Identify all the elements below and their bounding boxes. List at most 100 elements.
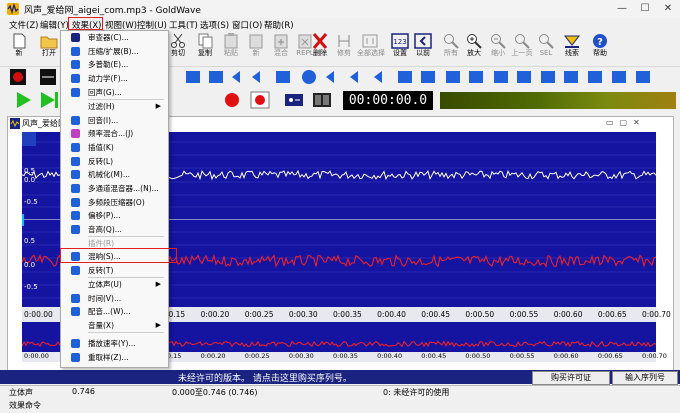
effects-menu-item[interactable]: 审查器(C)...	[61, 31, 166, 44]
menu-file[interactable]: 文件(Z)	[9, 19, 38, 31]
delete-button[interactable]: 删除	[307, 33, 333, 63]
window-title: 风声_爱给网_aigei_com.mp3 - GoldWave	[24, 6, 201, 16]
effects-menu-item[interactable]: 音量(X) ▶	[61, 319, 166, 332]
previous-button[interactable]: 以前	[410, 33, 436, 63]
paste-new-label: 新	[252, 49, 260, 57]
effects-menu-item[interactable]: 配音...(W)...	[61, 305, 166, 318]
zoom-previous-button[interactable]: 上一页	[509, 33, 535, 63]
effects-menu-item[interactable]: 过滤(H) ▶	[61, 100, 166, 113]
effects-menu-item[interactable]: 偏移(P)...	[61, 209, 166, 222]
record-icon[interactable]	[222, 91, 242, 109]
new-label: 新	[15, 49, 23, 57]
cue-label: 线索	[565, 49, 579, 57]
ch1-label-bottom: -0.5	[24, 198, 38, 206]
effects-menu-item[interactable]: 立体声(U) ▶	[61, 278, 166, 291]
freq-mix-icon	[71, 129, 80, 138]
svg-text:123: 123	[393, 38, 406, 46]
buy-license-button[interactable]: 购买许可证	[532, 371, 610, 385]
effects-menu-item[interactable]: 反转(T)	[61, 264, 166, 277]
paste-button[interactable]: 粘贴	[218, 33, 244, 63]
close-button[interactable]: ✕	[661, 2, 675, 15]
zoom-selection-button[interactable]: SEL	[533, 33, 559, 63]
help-label: 帮助	[593, 49, 607, 57]
submenu-arrow-icon: ▶	[155, 102, 161, 110]
trim-button[interactable]: 修剪	[331, 33, 357, 63]
paste-new-button[interactable]: 新	[243, 33, 269, 63]
select-all-button[interactable]: 全部选择	[357, 33, 385, 63]
help-button[interactable]: ? 帮助	[587, 33, 613, 63]
zoom-in-button[interactable]: 放大	[461, 33, 487, 63]
zoom-out-button[interactable]: 缩小	[485, 33, 511, 63]
effects-menu-item[interactable]: 多通道混音器...(N)...	[61, 182, 166, 195]
status-bar: 立体声 0.746 0.000至0.746 (0.746) 0: 未经许可的使用	[0, 385, 680, 398]
menu-window[interactable]: 窗口(O)	[232, 19, 262, 31]
maximize-button[interactable]: ☐	[638, 2, 652, 15]
reverse-icon	[71, 266, 80, 275]
document-window-controls[interactable]: ▭▢✕	[606, 118, 670, 129]
effects-menu-item[interactable]: 回声(G)...	[61, 86, 166, 99]
delete-icon	[312, 33, 328, 49]
copy-button[interactable]: 复制	[192, 33, 218, 63]
effects-menu-item[interactable]: 多频段压缩器(O)	[61, 196, 166, 209]
cue-button[interactable]: 线索	[559, 33, 585, 63]
menu-tools[interactable]: 工具(T)	[169, 19, 198, 31]
reverb-menu-highlight	[60, 248, 177, 263]
effects-menu-item[interactable]: 机械化(M)...	[61, 168, 166, 181]
cue-icon	[563, 35, 581, 48]
time-icon	[71, 294, 80, 303]
zoom-previous-label: 上一页	[511, 49, 533, 57]
paste-label: 粘贴	[224, 49, 238, 57]
zoom-in-icon	[467, 34, 482, 49]
paste-icon	[224, 33, 238, 49]
enter-serial-button[interactable]: 输入序列号	[612, 371, 678, 385]
playback-rate-icon	[71, 339, 80, 348]
effects-menu-item-label: 机械化(M)...	[88, 170, 130, 179]
effects-menu-item-label: 动力学(F)...	[88, 74, 128, 83]
minimize-button[interactable]: —	[615, 2, 629, 15]
effects-menu-item[interactable]: 插值(K)	[61, 141, 166, 154]
menu-options[interactable]: 选项(S)	[200, 19, 229, 31]
effects-menu-item[interactable]: 音高(Q)...	[61, 223, 166, 236]
effects-menu-item-label: 立体声(U)	[88, 280, 122, 289]
previous-label: 以前	[416, 49, 430, 57]
effects-menu-item[interactable]: 时间(V)...	[61, 292, 166, 305]
mix-icon	[274, 34, 288, 49]
record-selection-icon[interactable]	[250, 91, 270, 109]
play-icon[interactable]	[14, 91, 62, 109]
doppler-icon	[71, 60, 80, 69]
effects-menu-item[interactable]: 反转(L)	[61, 155, 166, 168]
overview-tick-label: 0:00.55	[509, 352, 535, 360]
ruler-tick-label: 0:00.00	[24, 310, 53, 319]
effects-menu-item-label: 回声(G)...	[88, 88, 122, 97]
meters-icon[interactable]	[312, 91, 332, 109]
effects-menu-item[interactable]: 频率混合...(J)	[61, 127, 166, 140]
svg-text:?: ?	[597, 37, 603, 48]
effects-menu-item[interactable]: 播放速率(Y)...	[61, 337, 166, 350]
ch2-label-bottom: -0.5	[24, 283, 38, 291]
set-icon: 123	[391, 33, 409, 49]
effects-menu-item[interactable]: 重取样(Z)...	[61, 351, 166, 364]
ruler-tick-label: 0:00.35	[333, 310, 362, 319]
interpolate-icon	[71, 143, 80, 152]
overview-tick-label: 0:00.25	[244, 352, 270, 360]
effects-menu-item-label: 回音(I)...	[88, 116, 119, 125]
open-button[interactable]: 打开	[36, 33, 62, 63]
menu-help[interactable]: 帮助(R)	[264, 19, 294, 31]
license-message[interactable]: 未经许可的版本。 请点击这里购买序列号。	[178, 371, 352, 384]
mix-button[interactable]: 混合	[268, 33, 294, 63]
ch2-label-top: 0.5	[24, 237, 36, 245]
status-bar-bottom: 效果命令	[0, 398, 680, 413]
new-icon	[13, 33, 26, 49]
effects-menu-item-label: 音量(X)	[88, 321, 114, 330]
document-icon	[10, 118, 20, 129]
effects-menu-item[interactable]: 回音(I)...	[61, 114, 166, 127]
menu-separator	[88, 236, 164, 237]
effects-menu-item[interactable]: 动力学(F)...	[61, 72, 166, 85]
channel-selector-strip[interactable]	[8, 132, 22, 352]
inspector-icon	[71, 33, 80, 42]
effects-menu-item[interactable]: 压缩/扩展(B)...	[61, 45, 166, 58]
new-button[interactable]: 新	[6, 33, 32, 63]
monitor-icon[interactable]	[284, 91, 304, 109]
reverb-icon	[71, 116, 80, 125]
effects-menu-item[interactable]: 多普勒(E)...	[61, 58, 166, 71]
